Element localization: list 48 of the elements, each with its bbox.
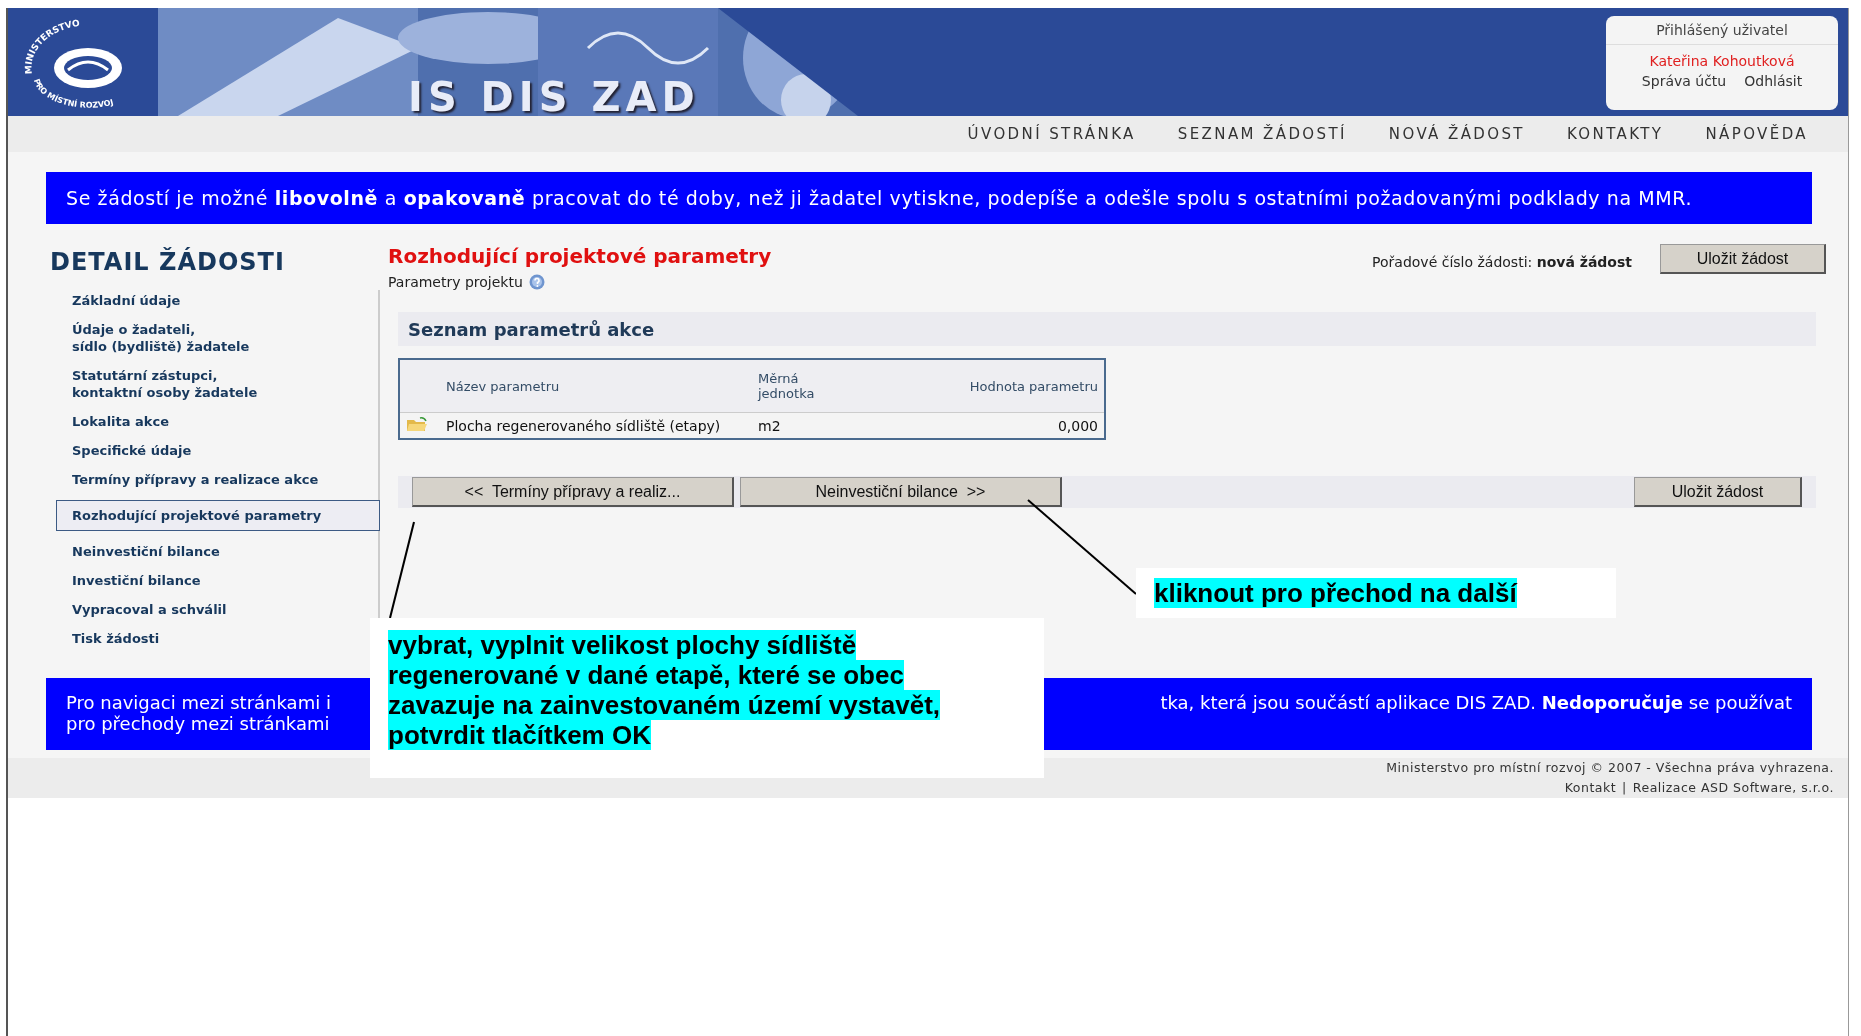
column-header: Název parametru	[440, 359, 752, 413]
previous-button[interactable]: << Termíny přípravy a realiz...	[412, 477, 734, 507]
sidebar-item[interactable]: Specifické údaje	[56, 440, 208, 461]
table-cell: 0,000	[854, 412, 1105, 439]
sidebar-item[interactable]: Základní údaje	[56, 290, 197, 311]
page-subtitle: Parametry projektu	[388, 274, 523, 290]
column-header: Hodnota parametru	[854, 359, 1105, 413]
account-link[interactable]: Správa účtu	[1641, 73, 1727, 89]
notice-text: pro přechody mezi stránkami	[66, 713, 331, 734]
sidebar-item[interactable]: Lokalita akce	[56, 411, 185, 432]
column-header: Měrná jednotka	[752, 359, 854, 413]
table-cell: m2	[752, 412, 854, 439]
callout-text: vybrat, vyplnit velikost plochy sídliště regenerované v dané etapě, které se obec zavazuje na zainvestovaném území vystavět, potvrdit tlačítkem OK	[388, 630, 942, 750]
sidebar-item[interactable]: Vypracoval a schválil	[56, 599, 243, 620]
sidebar-item[interactable]: Údaje o žadateli, sídlo (bydliště) žadatele	[56, 319, 266, 357]
sidebar-item[interactable]: Rozhodující projektové parametry	[56, 500, 380, 531]
user-name: Kateřina Kohoutková	[1649, 53, 1795, 69]
nav-link[interactable]: KONTAKTY	[1566, 125, 1664, 143]
copyright-text: Ministerstvo pro místní rozvoj © 2007 - Všechna práva vyhrazena.	[1386, 759, 1834, 777]
sidebar-title: DETAIL ŽÁDOSTI	[50, 248, 286, 276]
info-notice: Se žádostí je možné libovolně a opakovaně pracovat do té doby, než ji žadatel vytiskne, podepíše a odešle spolu s ostatními požadovanými podklady na MMR.	[46, 172, 1812, 224]
notice-text: tka, která jsou součástí aplikace DIS ZAD. Nedoporučuje se používat	[1160, 692, 1793, 713]
account-link[interactable]: Odhlásit	[1744, 73, 1803, 89]
notice-text: Pro navigaci mezi stránkami i	[66, 692, 331, 713]
save-button[interactable]: Uložit žádost	[1660, 244, 1826, 274]
request-number: Pořadové číslo žádosti: nová žádost	[1372, 254, 1632, 270]
table-cell: Plocha regenerovaného sídliště (etapy)	[440, 412, 752, 439]
footer-link[interactable]: Kontakt	[1564, 778, 1617, 798]
user-panel-heading: Přihlášený uživatel	[1606, 16, 1838, 45]
nav-link[interactable]: SEZNAM ŽÁDOSTÍ	[1177, 125, 1347, 143]
link-separator: |	[1622, 779, 1627, 797]
sidebar-item[interactable]: Investiční bilance	[56, 570, 217, 591]
sidebar-item[interactable]: Termíny přípravy a realizace akce	[56, 469, 335, 490]
footer-link[interactable]: Realizace ASD Software, s.r.o.	[1632, 778, 1834, 798]
section-header: Seznam parametrů akce	[398, 312, 1816, 346]
callout-text: kliknout pro přechod na další	[1154, 578, 1519, 608]
next-button[interactable]: Neinvestiční bilance >>	[740, 477, 1062, 507]
folder-icon[interactable]	[406, 416, 428, 432]
nav-link[interactable]: NOVÁ ŽÁDOST	[1388, 125, 1525, 143]
help-icon[interactable]	[528, 274, 545, 290]
sidebar-item[interactable]: Tisk žádosti	[56, 628, 176, 649]
app-title: IS DIS ZAD	[408, 74, 700, 116]
nav-link[interactable]: ÚVODNÍ STRÁNKA	[967, 125, 1136, 143]
page-title: Rozhodující projektové parametry	[388, 244, 772, 268]
sidebar-item[interactable]: Statutární zástupci, kontaktní osoby žadatele	[56, 365, 274, 403]
save-button[interactable]: Uložit žádost	[1634, 477, 1802, 507]
nav-link[interactable]: NÁPOVĚDA	[1705, 125, 1808, 143]
sidebar-item[interactable]: Neinvestiční bilance	[56, 541, 236, 562]
